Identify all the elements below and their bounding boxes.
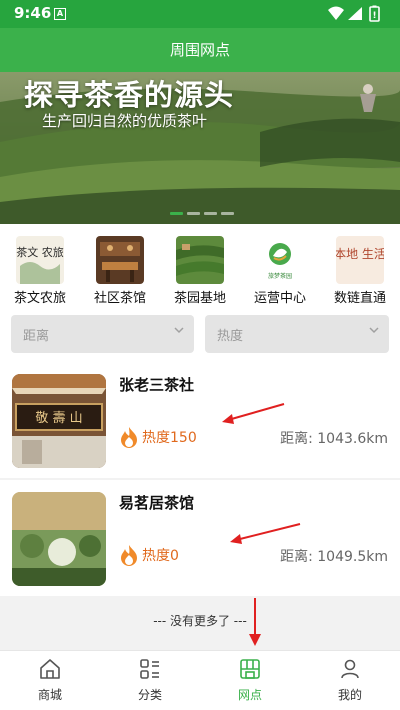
annotation-arrow	[222, 403, 285, 424]
outlets-icon	[240, 659, 260, 679]
tea-culture-icon: 茶文 农旅	[16, 236, 64, 284]
category-grid: 茶文 农旅 茶文农旅 社区茶馆 茶园基地 旅梦茶园 运营中心 本地 生活 数链直…	[0, 224, 400, 308]
shop-photo	[12, 492, 106, 586]
shop-heat-value: 热度0	[142, 548, 179, 564]
shop-photo: 敬 壽 山	[12, 374, 106, 468]
category-tea-culture[interactable]: 茶文 农旅 茶文农旅	[4, 236, 76, 308]
carousel-dot[interactable]	[221, 212, 234, 215]
home-icon	[40, 659, 60, 679]
banner-subtitle: 生产回归自然的优质茶叶	[42, 112, 208, 130]
category-icon	[140, 659, 159, 679]
distance-filter-label: 距离	[23, 329, 50, 344]
shop-distance: 距离: 1043.6km	[280, 431, 388, 447]
profile-icon	[341, 659, 359, 679]
category-tea-garden[interactable]: 茶园基地	[164, 236, 236, 308]
shop-name: 易茗居茶馆	[119, 494, 195, 512]
page-title: 周围网点	[0, 28, 400, 72]
category-teahouse[interactable]: 社区茶馆	[84, 236, 156, 308]
tab-label: 分类	[137, 688, 162, 702]
category-label: 社区茶馆	[93, 291, 146, 306]
tab-profile[interactable]: 我的	[300, 651, 400, 710]
bottom-tab-bar: 商城 分类 网点 我的	[0, 650, 400, 710]
carousel-indicator	[170, 212, 234, 215]
local-life-icon: 本地 生活	[336, 236, 384, 284]
tab-category[interactable]: 分类	[100, 651, 200, 710]
carousel-dot[interactable]	[204, 212, 217, 215]
category-label: 数链直通	[333, 291, 386, 306]
category-label: 茶文农旅	[13, 291, 66, 306]
annotation-arrow	[249, 598, 261, 646]
svg-text:!: !	[372, 11, 376, 21]
operation-center-icon-text: 旅梦茶园	[268, 272, 292, 280]
category-label: 茶园基地	[173, 291, 226, 306]
banner-title: 探寻茶香的源头	[24, 78, 235, 112]
category-label: 运营中心	[253, 291, 306, 306]
local-life-icon-text: 本地 生活	[336, 247, 384, 261]
category-operation-center[interactable]: 旅梦茶园 运营中心	[244, 236, 316, 308]
tab-label: 商城	[37, 688, 62, 702]
shop-distance: 距离: 1049.5km	[280, 549, 388, 565]
shop-heat-value: 热度150	[142, 430, 197, 446]
filter-bar: 距离 热度	[0, 308, 400, 362]
battery-icon: !	[369, 5, 380, 22]
shop-card[interactable]: 敬 壽 山 张老三茶社 热度150 距离: 1043.6km	[0, 362, 400, 478]
shop-heat: 热度0	[119, 544, 179, 566]
chevron-down-icon	[369, 327, 379, 334]
tea-garden-photo-icon	[176, 236, 224, 284]
status-bar: 9:46 A !	[0, 0, 400, 28]
fire-icon	[121, 545, 137, 566]
annotation-arrow	[230, 523, 301, 544]
tab-mall[interactable]: 商城	[0, 651, 100, 710]
tab-outlets[interactable]: 网点	[200, 651, 300, 710]
heat-filter-label: 热度	[217, 329, 244, 344]
banner-carousel[interactable]: 探寻茶香的源头 生产回归自然的优质茶叶	[0, 72, 400, 224]
chevron-down-icon	[174, 327, 184, 334]
notification-a-icon: A	[54, 8, 66, 20]
status-time: 9:46	[14, 4, 52, 22]
wifi-icon	[328, 6, 344, 20]
shop-name: 张老三茶社	[119, 376, 195, 394]
carousel-dot[interactable]	[170, 212, 183, 215]
carousel-dot[interactable]	[187, 212, 200, 215]
tab-label: 我的	[337, 688, 362, 702]
operation-center-logo-icon: 旅梦茶园	[256, 236, 304, 284]
list-end-text: --- 没有更多了 ---	[153, 614, 247, 628]
signal-icon	[348, 7, 362, 20]
heat-filter-dropdown[interactable]: 热度	[205, 315, 389, 353]
shop-card[interactable]: 易茗居茶馆 热度0 距离: 1049.5km	[0, 480, 400, 596]
shop-sign-text: 敬 壽 山	[35, 410, 82, 426]
shop-heat: 热度150	[119, 426, 197, 448]
status-icons: !	[326, 5, 390, 27]
category-data-chain[interactable]: 本地 生活 数链直通	[324, 236, 396, 308]
teahouse-photo-icon	[96, 236, 144, 284]
distance-filter-dropdown[interactable]: 距离	[11, 315, 194, 353]
fire-icon	[121, 427, 137, 448]
tab-label: 网点	[237, 688, 262, 702]
tea-culture-icon-text: 茶文 农旅	[16, 245, 64, 259]
